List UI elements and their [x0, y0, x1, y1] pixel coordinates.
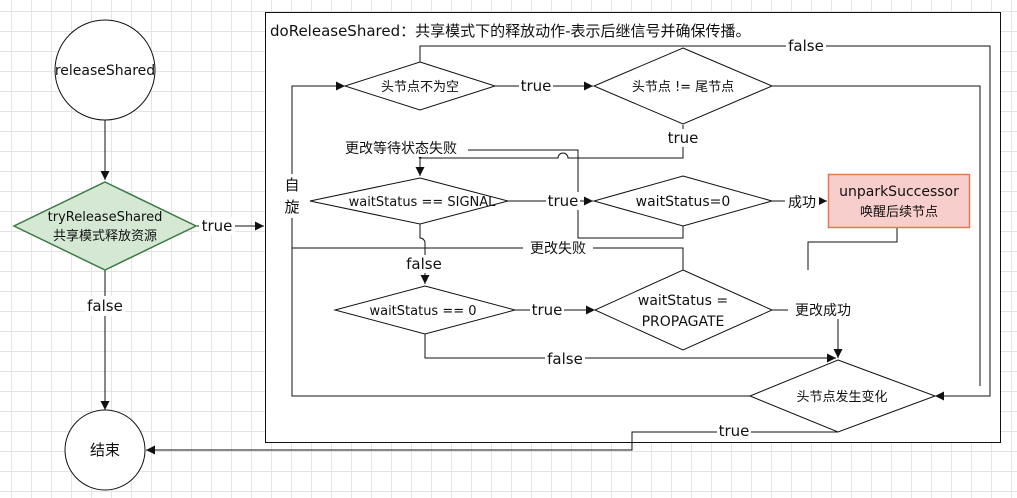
- edge-label-try-true: true: [202, 217, 233, 235]
- spin-label-2: 旋: [284, 198, 299, 216]
- head-not-tail-label: 头节点 != 尾节点: [632, 80, 734, 95]
- ws-cas-zero-label: waitStatus=0: [636, 194, 731, 210]
- edge-label-cas-signal-fail: 更改等待状态失败: [345, 140, 457, 157]
- edge-label-head-not-null-false: false: [788, 37, 824, 55]
- edge-label-head-not-tail-true: true: [668, 129, 699, 147]
- end-label: 结束: [90, 441, 120, 459]
- edge-label-propagate-success: 更改成功: [795, 303, 851, 319]
- ws-propagate-label-1: waitStatus =: [638, 293, 728, 309]
- head-not-null-label: 头节点不为空: [381, 80, 459, 95]
- ws-propagate-label-2: PROPAGATE: [642, 314, 725, 330]
- edge-label-signal-true: true: [548, 192, 579, 210]
- try-release-shared-decision: [12, 181, 198, 271]
- edge-label-try-false: false: [87, 297, 123, 315]
- try-release-label-2: 共享模式释放资源: [53, 228, 157, 244]
- ws-signal-label: waitStatus == SIGNAL: [349, 195, 497, 210]
- edge-label-zero-false: false: [547, 350, 583, 368]
- release-shared-label: releaseShared: [55, 63, 155, 79]
- spin-label-1: 自: [284, 176, 299, 194]
- try-release-label-1: tryReleaseShared: [48, 210, 163, 225]
- unpark-label-2: 唤醒后续节点: [860, 205, 938, 220]
- flowchart: doReleaseShared：共享模式下的释放动作-表示后继信号并确保传播。 …: [12, 12, 1001, 491]
- unpark-label-1: unparkSuccessor: [839, 184, 959, 200]
- container-title: doReleaseShared：共享模式下的释放动作-表示后继信号并确保传播。: [270, 22, 751, 40]
- edge-label-changed-true: true: [719, 422, 750, 440]
- edge-label-cas-success: 成功: [788, 195, 816, 211]
- edge-label-zero-true: true: [532, 301, 563, 319]
- edge-label-signal-false: false: [406, 255, 442, 273]
- head-changed-label: 头节点发生变化: [796, 389, 887, 405]
- edge-label-cas-fail: 更改失败: [530, 241, 586, 257]
- ws-zero-label: waitStatus == 0: [369, 304, 476, 319]
- edge-label-head-not-null-true: true: [521, 77, 552, 95]
